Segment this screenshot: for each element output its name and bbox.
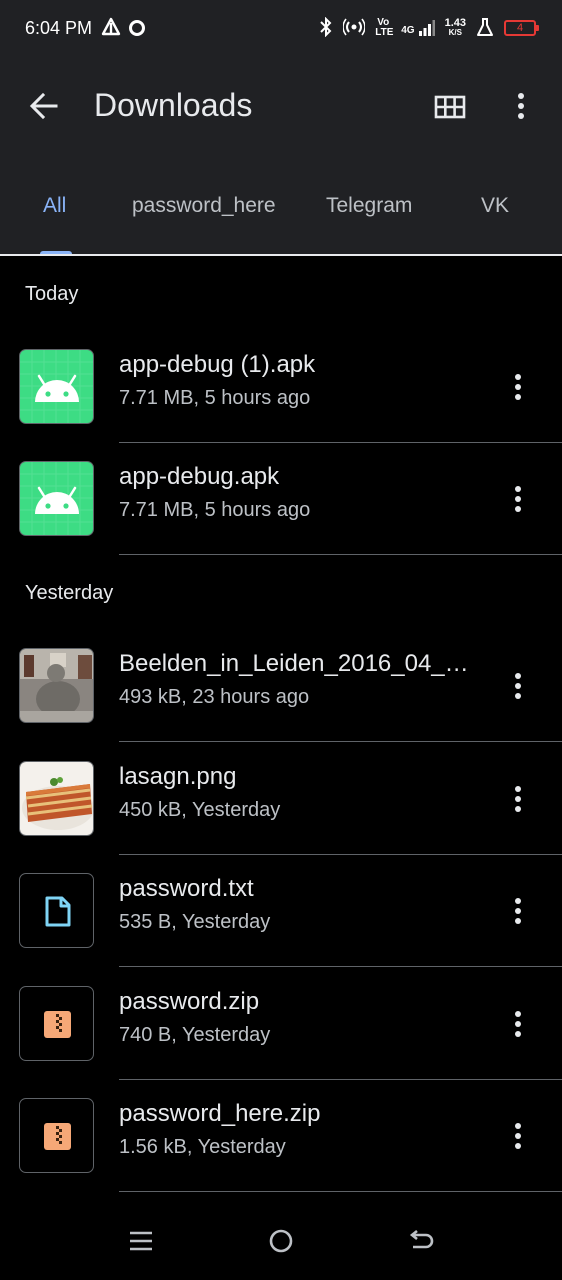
page-title: Downloads	[94, 87, 253, 123]
file-meta: 7.71 MB, 5 hours ago	[119, 387, 311, 409]
file-row[interactable]: app-debug (1).apk 7.71 MB, 5 hours ago	[0, 331, 562, 443]
grid-view-icon	[432, 95, 468, 130]
top-bar: 6:04 PM Vo LTE 4G 1.43 K/S 4 Downloads A…	[0, 0, 562, 255]
zip-icon	[19, 1098, 94, 1173]
bluetooth-icon	[319, 16, 333, 40]
network-type-label: 4G	[401, 25, 415, 36]
app-bar: Downloads	[0, 70, 562, 142]
file-name: app-debug (1).apk	[119, 351, 316, 378]
arrow-back-icon	[24, 92, 64, 130]
file-row[interactable]: password.zip 740 B, Yesterday	[0, 968, 562, 1080]
file-name: app-debug.apk	[119, 463, 280, 490]
tabs-divider	[0, 254, 562, 256]
battery-indicator: 4	[504, 20, 539, 36]
network-speed-value: 1.43	[444, 17, 466, 29]
more-vert-icon	[504, 374, 532, 409]
row-divider	[119, 1191, 562, 1192]
file-more-button[interactable]	[504, 893, 532, 929]
status-bar: 6:04 PM Vo LTE 4G 1.43 K/S 4	[0, 0, 562, 58]
file-name: password_here.zip	[119, 1100, 321, 1127]
status-time: 6:04 PM	[25, 18, 93, 38]
more-options-button[interactable]	[508, 88, 534, 124]
image-thumbnail	[19, 648, 94, 723]
more-vert-icon	[504, 898, 532, 933]
file-meta: 740 B, Yesterday	[119, 1024, 271, 1046]
file-name: lasagn.png	[119, 763, 237, 790]
more-vert-icon	[504, 1011, 532, 1046]
file-name: Beelden_in_Leiden_2016_04_…	[119, 650, 469, 677]
more-vert-icon	[504, 1123, 532, 1158]
volte-label: Vo LTE	[375, 17, 394, 38]
menu-icon	[121, 1231, 161, 1263]
file-row[interactable]: Beelden_in_Leiden_2016_04_… 493 kB, 23 h…	[0, 630, 562, 742]
hotspot-icon	[342, 18, 367, 39]
file-more-button[interactable]	[504, 781, 532, 817]
home-button[interactable]	[261, 1223, 301, 1259]
tab-telegram[interactable]: Telegram	[326, 194, 412, 218]
flask-icon	[476, 17, 494, 40]
back-icon	[401, 1229, 441, 1263]
more-vert-icon	[508, 93, 534, 128]
file-row[interactable]: password_here.zip 1.56 kB, Yesterday	[0, 1080, 562, 1192]
tab-password-here[interactable]: password_here	[132, 194, 276, 218]
warning-triangle-icon	[101, 16, 121, 43]
tab-all[interactable]: All	[43, 194, 66, 218]
file-meta: 535 B, Yesterday	[119, 911, 271, 933]
file-more-button[interactable]	[504, 1118, 532, 1154]
system-nav-bar	[0, 1205, 562, 1280]
circle-notification-icon	[127, 16, 147, 43]
zip-icon	[19, 986, 94, 1061]
recents-button[interactable]	[121, 1223, 161, 1259]
more-vert-icon	[504, 786, 532, 821]
signal-icon: 4G	[401, 20, 435, 36]
file-row[interactable]: app-debug.apk 7.71 MB, 5 hours ago	[0, 443, 562, 555]
file-more-button[interactable]	[504, 369, 532, 405]
filter-tabs: All password_here Telegram VK	[0, 176, 562, 256]
file-row[interactable]: lasagn.png 450 kB, Yesterday	[0, 743, 562, 855]
file-more-button[interactable]	[504, 1006, 532, 1042]
file-row[interactable]: password.txt 535 B, Yesterday	[0, 855, 562, 967]
more-vert-icon	[504, 486, 532, 521]
tab-vk[interactable]: VK	[481, 194, 509, 218]
android-icon	[19, 349, 94, 424]
android-icon	[19, 461, 94, 536]
file-more-button[interactable]	[504, 668, 532, 704]
network-speed-unit: K/S	[448, 28, 462, 37]
file-meta: 1.56 kB, Yesterday	[119, 1136, 286, 1158]
file-more-button[interactable]	[504, 481, 532, 517]
file-meta: 450 kB, Yesterday	[119, 799, 281, 821]
grid-view-button[interactable]	[432, 90, 468, 126]
network-speed: 1.43 K/S	[445, 18, 466, 38]
document-icon	[19, 873, 94, 948]
more-vert-icon	[504, 673, 532, 708]
row-divider	[119, 554, 562, 555]
status-icons: Vo LTE 4G 1.43 K/S 4	[319, 16, 539, 40]
image-thumbnail	[19, 761, 94, 836]
file-meta: 493 kB, 23 hours ago	[119, 686, 310, 708]
file-name: password.zip	[119, 988, 260, 1015]
system-back-button[interactable]	[401, 1223, 441, 1259]
home-icon	[261, 1229, 301, 1263]
section-header-yesterday: Yesterday	[25, 582, 114, 604]
file-name: password.txt	[119, 875, 254, 902]
row-divider	[119, 741, 562, 742]
file-meta: 7.71 MB, 5 hours ago	[119, 499, 311, 521]
section-header-today: Today	[25, 283, 79, 305]
back-button[interactable]	[24, 86, 64, 126]
row-divider	[119, 966, 562, 967]
